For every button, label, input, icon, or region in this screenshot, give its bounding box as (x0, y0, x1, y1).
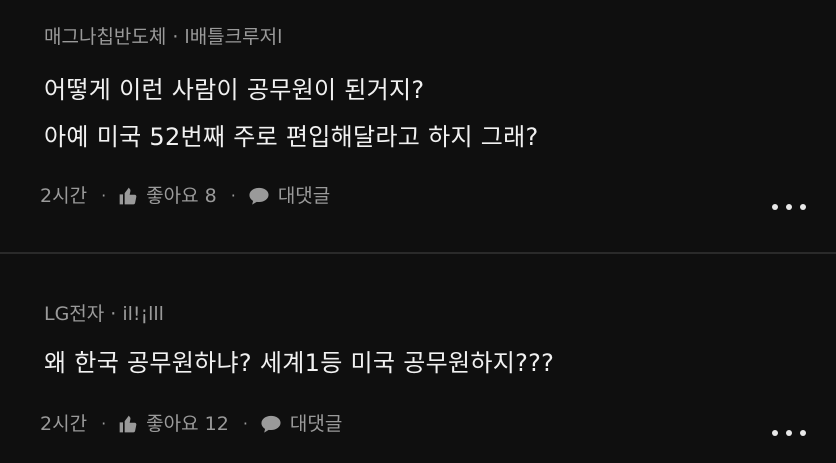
like-count: 좋아요 8 (146, 185, 217, 207)
comment-text-line: 왜 한국 공무원하냐? 세계1등 미국 공무원하지??? (44, 349, 555, 377)
like-button[interactable]: 좋아요 8 (118, 184, 217, 208)
like-button[interactable]: 좋아요 12 (118, 412, 229, 436)
comment-time: 2시간 (40, 185, 88, 207)
actions-separator: · (230, 186, 236, 205)
comment-handle: l배틀크루저l (184, 26, 283, 48)
actions-separator: · (101, 186, 107, 205)
more-dots-icon[interactable] (772, 199, 806, 215)
comment-item: LG전자 · il!¡lll 왜 한국 공무원하냐? 세계1등 미국 공무원하지??… (0, 254, 836, 463)
more-dot (786, 430, 792, 436)
like-count: 좋아요 12 (146, 413, 229, 435)
thumbs-up-icon (118, 186, 138, 206)
comment-actions: 2시간 · 좋아요 8 · 대댓글 (40, 184, 330, 208)
more-dot (786, 204, 792, 210)
comment-author[interactable]: LG전자 (44, 303, 104, 325)
comment-actions: 2시간 · 좋아요 12 · 대댓글 (40, 412, 342, 436)
reply-button[interactable]: 대댓글 (248, 184, 330, 208)
header-separator: · (110, 303, 117, 325)
reply-label: 대댓글 (289, 413, 343, 435)
thumbs-up-icon (118, 414, 138, 434)
speech-bubble-icon (260, 414, 282, 434)
actions-separator: · (101, 414, 107, 433)
comment-author[interactable]: 매그나칩반도체 (44, 26, 166, 48)
actions-separator: · (242, 414, 248, 433)
more-dot (772, 204, 778, 210)
comment-header: 매그나칩반도체 · l배틀크루저l (44, 25, 282, 49)
reply-label: 대댓글 (277, 185, 331, 207)
comment-time: 2시간 (40, 413, 88, 435)
comment-item: 매그나칩반도체 · l배틀크루저l 어떻게 이런 사람이 공무원이 된거지? 아예 … (0, 0, 836, 252)
speech-bubble-icon (248, 186, 270, 206)
comment-handle: il!¡lll (122, 303, 164, 325)
more-dot (772, 430, 778, 436)
more-dots-icon[interactable] (772, 425, 806, 441)
comment-text-line: 아예 미국 52번째 주로 편입해달라고 하지 그래? (44, 123, 539, 151)
more-dot (800, 204, 806, 210)
comment-header: LG전자 · il!¡lll (44, 302, 164, 326)
reply-button[interactable]: 대댓글 (260, 412, 342, 436)
header-separator: · (172, 26, 179, 48)
more-dot (800, 430, 806, 436)
comment-text-line: 어떻게 이런 사람이 공무원이 된거지? (44, 76, 425, 104)
